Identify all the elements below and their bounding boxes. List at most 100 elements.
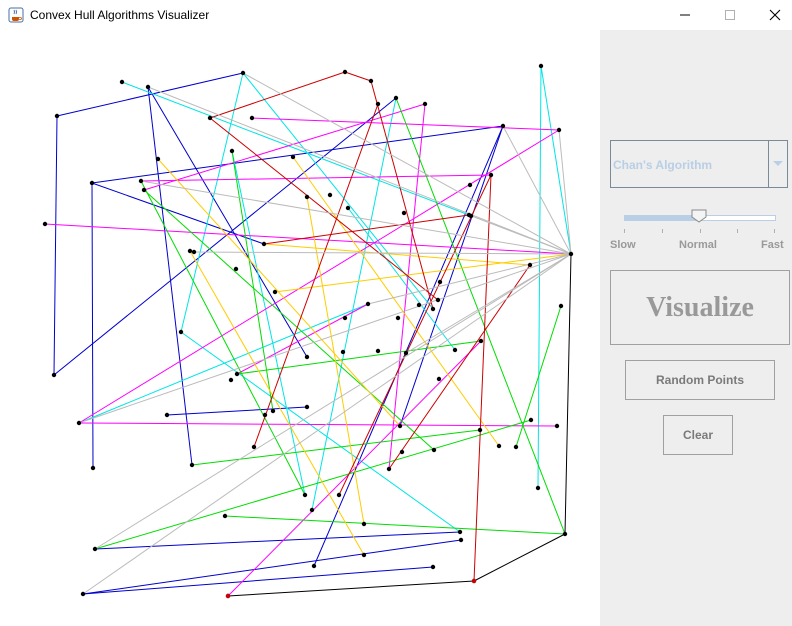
- point: [187, 248, 193, 254]
- point: [399, 449, 405, 455]
- point: [327, 192, 333, 198]
- hull-segment: [347, 207, 456, 351]
- point: [416, 302, 422, 308]
- point: [397, 423, 403, 429]
- slider-tick: [737, 229, 738, 233]
- point: [558, 303, 564, 309]
- hull-segment: [473, 174, 492, 582]
- hull-segment: [367, 253, 572, 305]
- point: [290, 154, 296, 160]
- point: [430, 564, 436, 570]
- hull-segment: [399, 125, 504, 427]
- point: [500, 123, 506, 129]
- hull-segment: [263, 243, 531, 266]
- point: [189, 462, 195, 468]
- point: [145, 84, 151, 90]
- point: [92, 546, 98, 552]
- point: [233, 266, 239, 272]
- point: [562, 531, 568, 537]
- hull-segment: [564, 253, 572, 535]
- hull-segment: [147, 86, 193, 466]
- point: [375, 101, 381, 107]
- point: [458, 537, 464, 543]
- visualize-button[interactable]: Visualize: [610, 270, 790, 345]
- point: [251, 444, 257, 450]
- speed-label-normal: Normal: [679, 239, 717, 251]
- point: [304, 354, 310, 360]
- hull-segment: [53, 115, 58, 376]
- slider-tick: [700, 229, 701, 233]
- hull-segment: [227, 580, 475, 597]
- hull-segment: [473, 533, 566, 582]
- point: [468, 213, 474, 219]
- slider-tick: [774, 229, 775, 233]
- hull-segment: [157, 158, 401, 427]
- point: [436, 376, 442, 382]
- point: [452, 347, 458, 353]
- point: [437, 279, 443, 285]
- point: [527, 262, 533, 268]
- point: [361, 552, 367, 558]
- point: [368, 78, 374, 84]
- hull-segment: [94, 253, 572, 550]
- minimize-icon: [680, 14, 690, 16]
- algorithm-select[interactable]: Chan's Algorithm: [610, 140, 788, 188]
- point: [342, 315, 348, 321]
- hull-segment: [91, 182, 94, 469]
- point: [311, 563, 317, 569]
- point: [234, 371, 240, 377]
- drawing-canvas[interactable]: [0, 30, 600, 626]
- hull-vertex-point: [225, 593, 231, 599]
- point: [261, 241, 267, 247]
- point: [477, 427, 483, 433]
- minimize-button[interactable]: [662, 0, 708, 30]
- window-title: Convex Hull Algorithms Visualizer: [30, 8, 210, 22]
- random-points-button[interactable]: Random Points: [625, 360, 775, 400]
- speed-label-slow: Slow: [610, 239, 636, 251]
- point: [457, 529, 463, 535]
- hull-segment: [147, 86, 572, 255]
- maximize-icon: [725, 10, 735, 20]
- point: [228, 377, 234, 383]
- hull-segment: [82, 253, 572, 595]
- point: [240, 70, 246, 76]
- point: [496, 443, 502, 449]
- point: [249, 115, 255, 121]
- hull-segment: [388, 264, 531, 470]
- point: [304, 194, 310, 200]
- point: [302, 492, 308, 498]
- hull-visualization: [42, 63, 574, 599]
- point: [538, 63, 544, 69]
- point: [513, 444, 519, 450]
- point: [155, 156, 161, 162]
- point: [54, 113, 60, 119]
- hull-segment: [140, 174, 492, 182]
- speed-slider-thumb[interactable]: [691, 209, 707, 223]
- point: [345, 205, 351, 211]
- point: [138, 178, 144, 184]
- hull-segment: [56, 72, 244, 117]
- point: [435, 297, 441, 303]
- maximize-button[interactable]: [707, 0, 753, 30]
- hull-segment: [94, 419, 532, 550]
- hull-segment: [78, 253, 572, 424]
- close-button[interactable]: [752, 0, 792, 30]
- slider-tick: [662, 229, 663, 233]
- point: [430, 306, 436, 312]
- hull-segment: [468, 214, 572, 255]
- hull-segment: [344, 71, 372, 82]
- clear-button[interactable]: Clear: [663, 415, 733, 455]
- point: [342, 69, 348, 75]
- point: [467, 182, 473, 188]
- point: [395, 315, 401, 321]
- hull-segment: [209, 71, 346, 119]
- point: [386, 466, 392, 472]
- point: [568, 251, 574, 257]
- point: [51, 372, 57, 378]
- speed-label-fast: Fast: [761, 239, 784, 251]
- hull-segment: [242, 72, 572, 255]
- dropdown-arrow-button[interactable]: [768, 141, 787, 187]
- point: [403, 350, 409, 356]
- point: [393, 95, 399, 101]
- point: [164, 412, 170, 418]
